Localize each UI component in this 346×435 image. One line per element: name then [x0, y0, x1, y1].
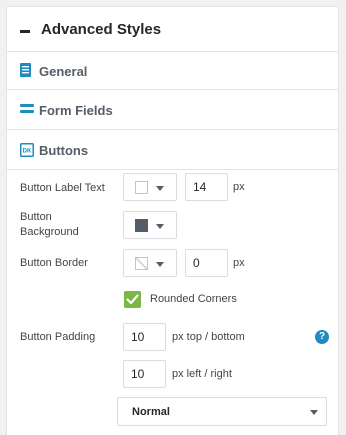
padding-top-bottom-input[interactable]	[123, 323, 166, 351]
label-text-font-size-input[interactable]	[185, 173, 228, 201]
section-buttons-label: Buttons	[39, 143, 89, 158]
button-icon: DK	[20, 143, 34, 157]
label-text-unit: px	[233, 181, 245, 193]
section-general-label: General	[39, 64, 88, 79]
padding-left-right-unit: px left / right	[172, 368, 232, 380]
button-background-label-line2: Background	[20, 226, 79, 238]
font-weight-value: Normal	[132, 406, 170, 418]
panel-header[interactable]: Advanced Styles	[7, 7, 338, 52]
border-color-swatch	[135, 257, 148, 270]
background-color-picker[interactable]	[123, 211, 177, 239]
panel-title: Advanced Styles	[41, 21, 162, 38]
document-icon	[20, 63, 31, 77]
section-buttons[interactable]: DK Buttons	[7, 130, 338, 170]
label-text-color-swatch	[135, 181, 148, 194]
font-weight-select[interactable]: Normal	[117, 397, 327, 426]
section-form-fields[interactable]: Form Fields	[7, 90, 338, 130]
border-unit: px	[233, 257, 245, 269]
minus-icon[interactable]	[20, 30, 30, 33]
padding-top-bottom-unit: px top / bottom	[172, 331, 245, 343]
chevron-down-icon	[156, 186, 164, 191]
help-icon[interactable]: ?	[315, 330, 329, 344]
button-border-label: Button Border	[20, 257, 88, 269]
button-background-label-line1: Button	[20, 211, 52, 223]
padding-left-right-input[interactable]	[123, 360, 166, 388]
rounded-corners-checkbox[interactable]	[124, 291, 141, 308]
rounded-corners-label: Rounded Corners	[150, 293, 237, 305]
section-general[interactable]: General	[7, 52, 338, 90]
section-form-fields-label: Form Fields	[39, 103, 113, 118]
button-label-text-label: Button Label Text	[20, 182, 105, 194]
label-text-color-picker[interactable]	[123, 173, 177, 201]
chevron-down-icon	[156, 224, 164, 229]
border-color-picker[interactable]	[123, 249, 177, 277]
border-width-input[interactable]	[185, 249, 228, 277]
svg-text:DK: DK	[23, 149, 32, 155]
background-color-swatch	[135, 219, 148, 232]
checkmark-icon	[126, 294, 139, 305]
chevron-down-icon	[310, 410, 318, 415]
chevron-down-icon	[156, 262, 164, 267]
advanced-styles-panel: Advanced Styles General Form Fields DK B…	[6, 6, 339, 435]
field-bars-icon	[20, 104, 34, 113]
button-padding-label: Button Padding	[20, 331, 96, 343]
